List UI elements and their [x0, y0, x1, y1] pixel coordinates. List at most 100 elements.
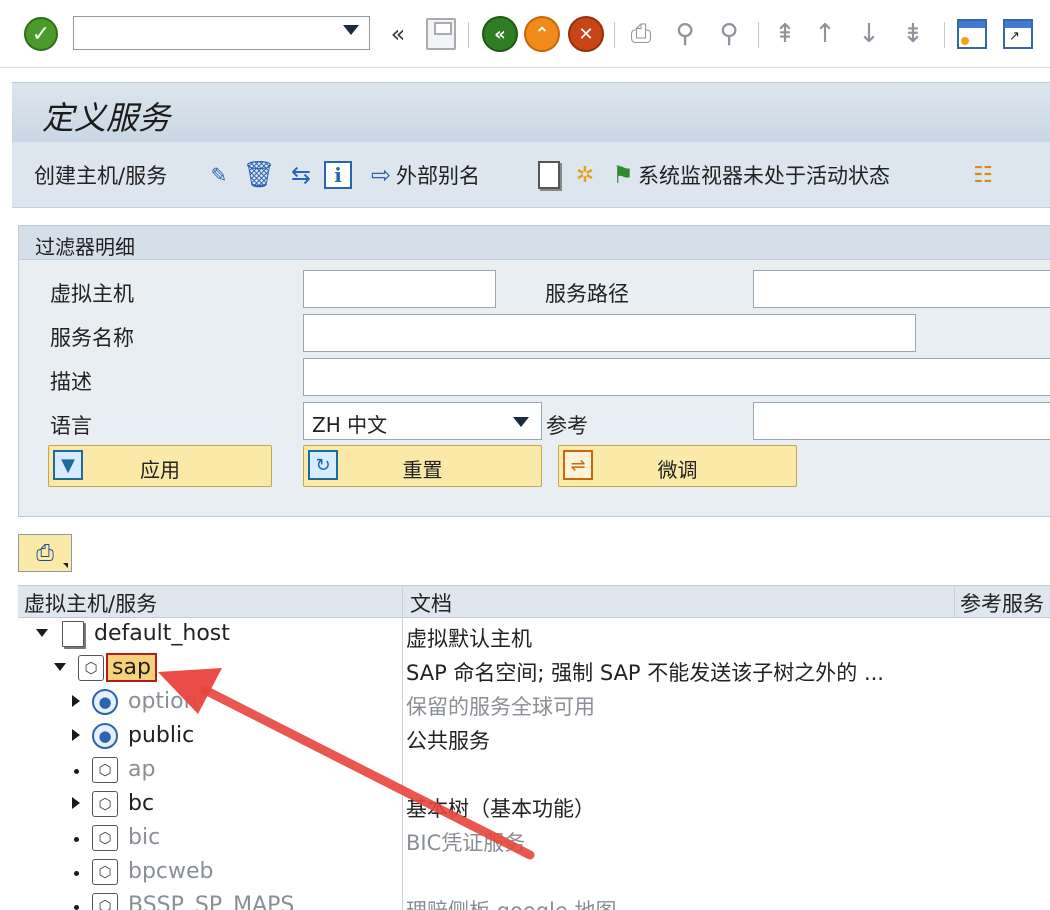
service-path-field[interactable] — [753, 270, 1050, 308]
node-doc: 基本树（基本功能） — [406, 797, 595, 821]
node-name[interactable]: BSSP_SP_MAPS — [128, 893, 294, 910]
find-next-button[interactable]: ⚲ — [712, 14, 746, 54]
reference-label: 参考 — [546, 414, 588, 438]
tree-row[interactable]: default_host 虚拟默认主机 — [18, 619, 1050, 653]
cancel-icon: ✕ — [568, 16, 604, 52]
node-name[interactable]: option — [128, 689, 198, 714]
hierarchy-button[interactable]: ☷ — [968, 142, 998, 208]
collapse-triangle-icon[interactable] — [54, 663, 66, 671]
cube-icon: ⬡ — [78, 655, 104, 681]
document-button[interactable] — [534, 142, 564, 208]
finetune-button[interactable]: ⇌ 微调 — [558, 445, 797, 487]
chevron-down-icon[interactable] — [513, 417, 529, 427]
external-alias-button[interactable]: ⇨ 外部别名 — [366, 142, 480, 208]
node-doc: 公共服务 — [406, 729, 490, 753]
reference-field[interactable] — [753, 402, 1050, 440]
info-button[interactable]: i — [324, 142, 352, 208]
wizard-button[interactable]: ✲ — [570, 142, 600, 208]
transfer-icon: ⇆ — [290, 161, 312, 189]
transport-button[interactable]: ⇆ — [286, 142, 316, 208]
tree-row[interactable]: ⬡ ap — [18, 755, 1050, 789]
leaf-bullet-icon — [74, 905, 79, 910]
enter-button[interactable]: ✓ — [22, 14, 60, 54]
shortcut-icon — [1003, 19, 1033, 49]
node-name[interactable]: ap — [128, 757, 155, 782]
last-page-icon: ⇟ — [902, 19, 924, 49]
first-page-button[interactable]: ⇞ — [768, 14, 802, 54]
expand-triangle-icon[interactable] — [72, 797, 80, 809]
service-tree-grid: 虚拟主机/服务 文档 参考服务 default_host 虚拟默认主机 ⬡ sa… — [18, 585, 1050, 910]
printer-icon: ⎙ — [36, 540, 54, 566]
tree-row[interactable]: ⬡ bc 基本树（基本功能） — [18, 789, 1050, 823]
leaf-bullet-icon — [74, 837, 79, 842]
hierarchy-icon: ☷ — [973, 162, 993, 188]
create-host-service-button[interactable]: 创建主机/服务 — [34, 142, 167, 208]
node-name[interactable]: bc — [128, 791, 154, 816]
finetune-label: 微调 — [657, 458, 698, 482]
find-icon: ⚲ — [675, 19, 695, 49]
glasses-pencil-icon: ✎ — [210, 163, 228, 187]
node-name[interactable]: default_host — [94, 621, 230, 646]
reset-button[interactable]: ↻ 重置 — [303, 445, 542, 487]
back-button[interactable]: « — [480, 14, 520, 54]
toolbar-separator — [468, 22, 469, 48]
exit-button[interactable]: ⌃ — [522, 14, 562, 54]
service-icon: ● — [92, 723, 118, 749]
collapse-triangle-icon[interactable] — [36, 629, 48, 637]
column-header-reference-service[interactable]: 参考服务 — [960, 588, 1044, 618]
tree-row[interactable]: ⬡ sap SAP 命名空间; 强制 SAP 不能发送该子树之外的 ... — [18, 653, 1050, 687]
system-monitor-button[interactable]: ⚑ 系统监视器未处于活动状态 — [608, 142, 890, 208]
find-button[interactable]: ⚲ — [668, 14, 702, 54]
command-input[interactable] — [78, 21, 328, 45]
column-divider[interactable] — [954, 585, 955, 618]
toolbar-separator — [758, 22, 759, 48]
monitor-status-label: 系统监视器未处于活动状态 — [638, 164, 890, 188]
apply-button[interactable]: ▼ 应用 — [48, 445, 272, 487]
double-chevron-left-icon[interactable]: « — [384, 14, 412, 54]
language-value: ZH 中文 — [312, 413, 388, 437]
display-change-button[interactable]: ✎ — [204, 142, 234, 208]
tree-row[interactable]: ● option 保留的服务全球可用 — [18, 687, 1050, 721]
filter-title: 过滤器明细 — [35, 235, 135, 259]
title-bar: 定义服务 — [12, 82, 1050, 142]
tree-row[interactable]: ⬡ bic BIC凭证服务 — [18, 823, 1050, 857]
tree-row[interactable]: ⬡ bpcweb — [18, 857, 1050, 891]
node-name[interactable]: public — [128, 723, 194, 748]
tree-row[interactable]: ⬡ BSSP_SP_MAPS 理赔侧板 google 地图 — [18, 891, 1050, 910]
service-icon: ● — [92, 689, 118, 715]
external-alias-label: 外部别名 — [396, 164, 480, 188]
node-doc: 虚拟默认主机 — [406, 627, 532, 651]
node-name[interactable]: bpcweb — [128, 859, 214, 884]
language-select[interactable]: ZH 中文 — [303, 402, 542, 440]
info-icon: i — [324, 161, 352, 189]
page-title: 定义服务 — [42, 99, 171, 137]
node-name[interactable]: bic — [128, 825, 160, 850]
print-button[interactable]: ⎙ — [624, 14, 658, 54]
new-session-button[interactable] — [954, 14, 990, 54]
tree-row[interactable]: ● public 公共服务 — [18, 721, 1050, 755]
grid-header: 虚拟主机/服务 文档 参考服务 — [18, 585, 1050, 618]
last-page-button[interactable]: ⇟ — [896, 14, 930, 54]
column-header-documentation[interactable]: 文档 — [410, 588, 452, 618]
exit-icon: ⌃ — [524, 16, 560, 52]
node-name-selected[interactable]: sap — [106, 653, 157, 682]
new-session-icon — [957, 19, 987, 49]
delete-button[interactable]: 🗑 — [243, 142, 276, 208]
virtual-host-field[interactable] — [303, 270, 496, 308]
save-button[interactable] — [424, 14, 458, 54]
previous-page-button[interactable]: ↑ — [808, 14, 842, 54]
shortcut-button[interactable] — [1000, 14, 1036, 54]
next-page-button[interactable]: ↓ — [852, 14, 886, 54]
description-field[interactable] — [303, 358, 1050, 396]
grid-print-button[interactable]: ⎙ — [18, 534, 72, 572]
service-name-field[interactable] — [303, 314, 916, 352]
expand-triangle-icon[interactable] — [72, 695, 80, 707]
column-header-host-service[interactable]: 虚拟主机/服务 — [24, 588, 157, 618]
cancel-button[interactable]: ✕ — [566, 14, 606, 54]
back-icon: « — [482, 16, 518, 52]
cube-icon: ⬡ — [92, 859, 118, 885]
dropdown-icon[interactable] — [343, 25, 359, 35]
reset-label: 重置 — [402, 458, 443, 482]
expand-triangle-icon[interactable] — [72, 729, 80, 741]
command-field[interactable] — [73, 16, 370, 50]
